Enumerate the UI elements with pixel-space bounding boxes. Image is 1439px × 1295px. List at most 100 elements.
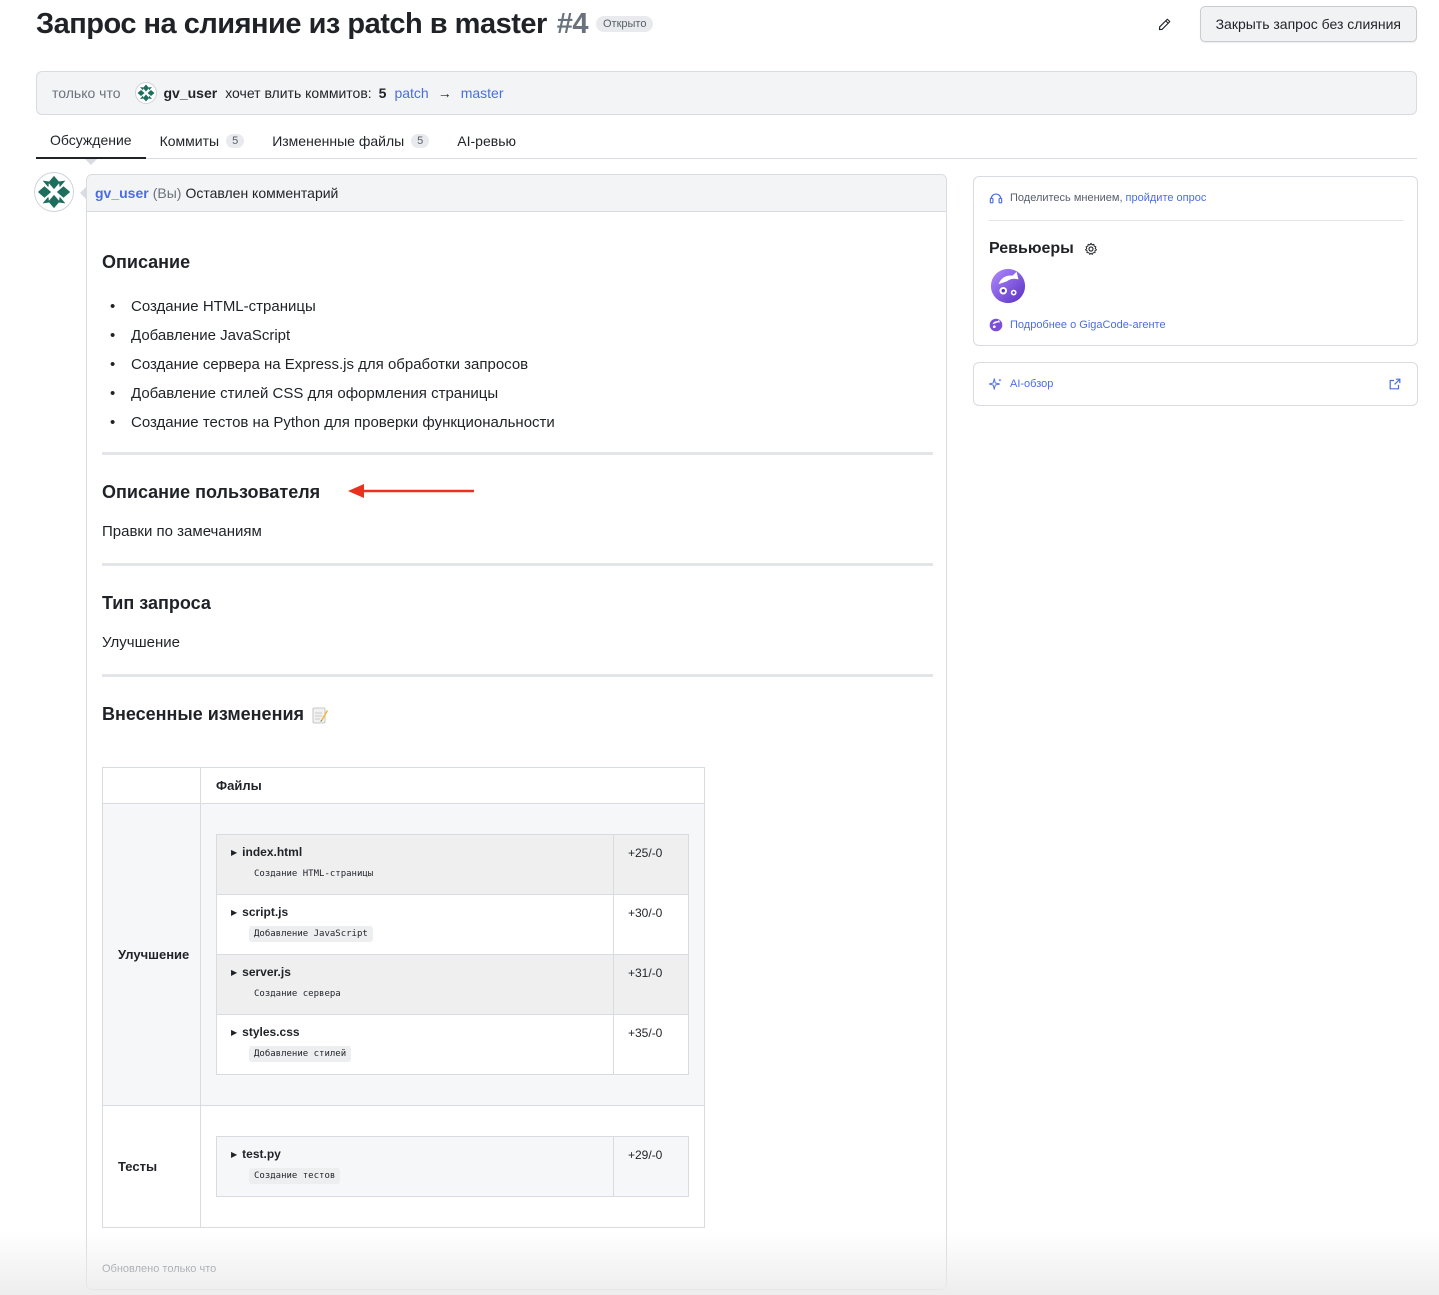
- category-cell: Улучшение: [102, 803, 201, 1106]
- page-header: Запрос на слияние из patch в master #4 От…: [36, 6, 1417, 46]
- list-item: Создание сервера на Express.js для обраб…: [102, 350, 555, 379]
- avatar-pattern-icon: [136, 83, 155, 103]
- updated-label: Обновлено только что: [102, 1263, 217, 1275]
- category-cell: Тесты: [102, 1105, 201, 1228]
- headset-icon: [989, 193, 1003, 204]
- file-row[interactable]: ▶ script.js Добавление JavaScript +30/-0: [216, 894, 689, 955]
- tab-label: Коммиты: [159, 132, 220, 149]
- comment-header: gv_user (Вы) Оставлен комментарий: [87, 175, 946, 212]
- file-row[interactable]: ▶ server.js Создание сервера +31/-0: [216, 954, 689, 1015]
- file-list: ▶ index.html Создание HTML-страницы +25/-0…: [216, 834, 689, 1075]
- comment-action: Оставлен комментарий: [185, 185, 339, 201]
- comment-card: gv_user (Вы) Оставлен комментарий Описан…: [86, 174, 947, 1290]
- gigacode-agent-link[interactable]: Подробнее о GigaCode-агенте: [989, 318, 1166, 332]
- merge-info-bar: только что gv_user хочет влить коммитов:…: [36, 71, 1417, 115]
- tab-count: 5: [411, 133, 430, 148]
- mr-number: #4: [556, 8, 589, 40]
- tab-label: AI-ревью: [457, 132, 516, 149]
- gear-icon[interactable]: [1084, 242, 1098, 256]
- file-name: test.py: [242, 1147, 281, 1161]
- caret-right-icon: ▶: [231, 847, 238, 857]
- pencil-icon[interactable]: [1154, 14, 1174, 34]
- gigacode-agent-avatar[interactable]: [989, 267, 1027, 305]
- file-diff: +25/-0: [613, 834, 689, 895]
- gigacode-icon: [989, 318, 1003, 332]
- tab-changed-files[interactable]: Измененные файлы 5: [258, 122, 443, 159]
- caret-right-icon: ▶: [231, 1027, 238, 1037]
- tab-discussion[interactable]: Обсуждение: [36, 122, 146, 165]
- tab-count: 5: [226, 133, 245, 148]
- file-diff: +29/-0: [613, 1136, 689, 1197]
- changes-heading: Внесенные изменения: [102, 704, 329, 725]
- survey-text: Поделитесь мнением,: [1010, 192, 1123, 204]
- file-description: Добавление стилей: [249, 1046, 352, 1062]
- table-row: Улучшение ▶ index.html Создание HTML-стран…: [102, 803, 705, 1106]
- comment-avatar[interactable]: [34, 172, 74, 212]
- sparkle-icon: [989, 378, 1002, 390]
- divider: [989, 220, 1403, 221]
- caret-right-icon: ▶: [231, 1149, 238, 1159]
- commit-count: 5: [378, 85, 387, 101]
- file-name: styles.css: [242, 1025, 300, 1039]
- description-list: Создание HTML-страницы Добавление JavaSc…: [102, 292, 555, 437]
- divider: [102, 674, 933, 677]
- created-time: только что: [52, 85, 121, 101]
- file-description: Добавление JavaScript: [249, 926, 373, 942]
- external-link-icon[interactable]: [1388, 377, 1402, 391]
- table-corner-cell: [102, 767, 201, 804]
- user-description-heading: Описание пользователя: [102, 482, 321, 502]
- file-row[interactable]: ▶ test.py Создание тестов +29/-0: [216, 1136, 689, 1197]
- ai-overview-panel[interactable]: AI-обзор: [973, 362, 1418, 406]
- ai-overview-label: AI-обзор: [1010, 378, 1054, 390]
- files-table: Файлы Улучшение ▶ index.html Создание HTML…: [102, 767, 705, 1228]
- comment-author[interactable]: gv_user: [95, 185, 149, 201]
- list-item: Создание HTML-страницы: [102, 292, 555, 321]
- request-type-heading: Тип запроса: [102, 593, 211, 613]
- caret-right-icon: ▶: [231, 907, 238, 917]
- file-list: ▶ test.py Создание тестов +29/-0: [216, 1136, 689, 1197]
- reviewers-title: Ревьюеры: [989, 240, 1074, 257]
- tab-label: Обсуждение: [50, 131, 132, 148]
- page-title: Запрос на слияние из patch в master #4: [36, 6, 589, 42]
- source-branch-link[interactable]: patch: [394, 85, 428, 101]
- memo-icon: [312, 707, 329, 723]
- survey-link[interactable]: пройдите опрос: [1126, 192, 1207, 204]
- arrow-right-icon: →: [437, 85, 452, 101]
- files-cell: ▶ test.py Создание тестов +29/-0: [200, 1105, 705, 1228]
- file-row[interactable]: ▶ styles.css Добавление стилей +35/-0: [216, 1014, 689, 1075]
- tabs: Обсуждение Коммиты 5 Измененные файлы 5 AI…: [36, 122, 1417, 165]
- reviewers-heading: Ревьюеры: [989, 240, 1098, 258]
- file-description: Создание тестов: [249, 1168, 341, 1184]
- table-header-files: Файлы: [200, 767, 705, 804]
- close-without-merge-button[interactable]: Закрыть запрос без слияния: [1199, 6, 1417, 42]
- avatar-pattern-icon: [35, 173, 73, 211]
- tab-commits[interactable]: Коммиты 5: [146, 122, 259, 159]
- file-diff: +30/-0: [613, 894, 689, 955]
- file-diff: +31/-0: [613, 954, 689, 1015]
- author-name[interactable]: gv_user: [164, 85, 218, 101]
- user-description-text: Правки по замечаниям: [102, 523, 262, 540]
- description-heading: Описание: [102, 252, 191, 272]
- status-badge: Открыто: [596, 16, 654, 32]
- list-item: Добавление JavaScript: [102, 321, 555, 350]
- tab-label: Измененные файлы: [272, 132, 405, 149]
- title-text: Запрос на слияние из patch в master: [36, 8, 547, 40]
- avatar[interactable]: [134, 82, 157, 104]
- tab-ai-review[interactable]: AI-ревью: [443, 122, 530, 159]
- file-name: script.js: [242, 905, 289, 919]
- request-type-text: Улучшение: [102, 634, 180, 651]
- list-item: Создание тестов на Python для проверки ф…: [102, 408, 555, 437]
- caret-right-icon: ▶: [231, 967, 238, 977]
- target-branch-link[interactable]: master: [461, 85, 504, 101]
- reviewers-panel: Поделитесь мнением, пройдите опрос Ревью…: [973, 176, 1418, 346]
- file-row[interactable]: ▶ index.html Создание HTML-страницы +25/-0: [216, 834, 689, 895]
- gigacode-link-text: Подробнее о GigaCode-агенте: [1010, 319, 1166, 331]
- file-name: index.html: [242, 845, 303, 859]
- divider: [102, 563, 933, 566]
- file-description: Создание HTML-страницы: [254, 869, 374, 879]
- survey-prompt: Поделитесь мнением, пройдите опрос: [989, 191, 1206, 205]
- file-name: server.js: [242, 965, 291, 979]
- changes-heading-text: Внесенные изменения: [102, 704, 305, 724]
- file-diff: +35/-0: [613, 1014, 689, 1075]
- list-item: Добавление стилей CSS для оформления стр…: [102, 379, 555, 408]
